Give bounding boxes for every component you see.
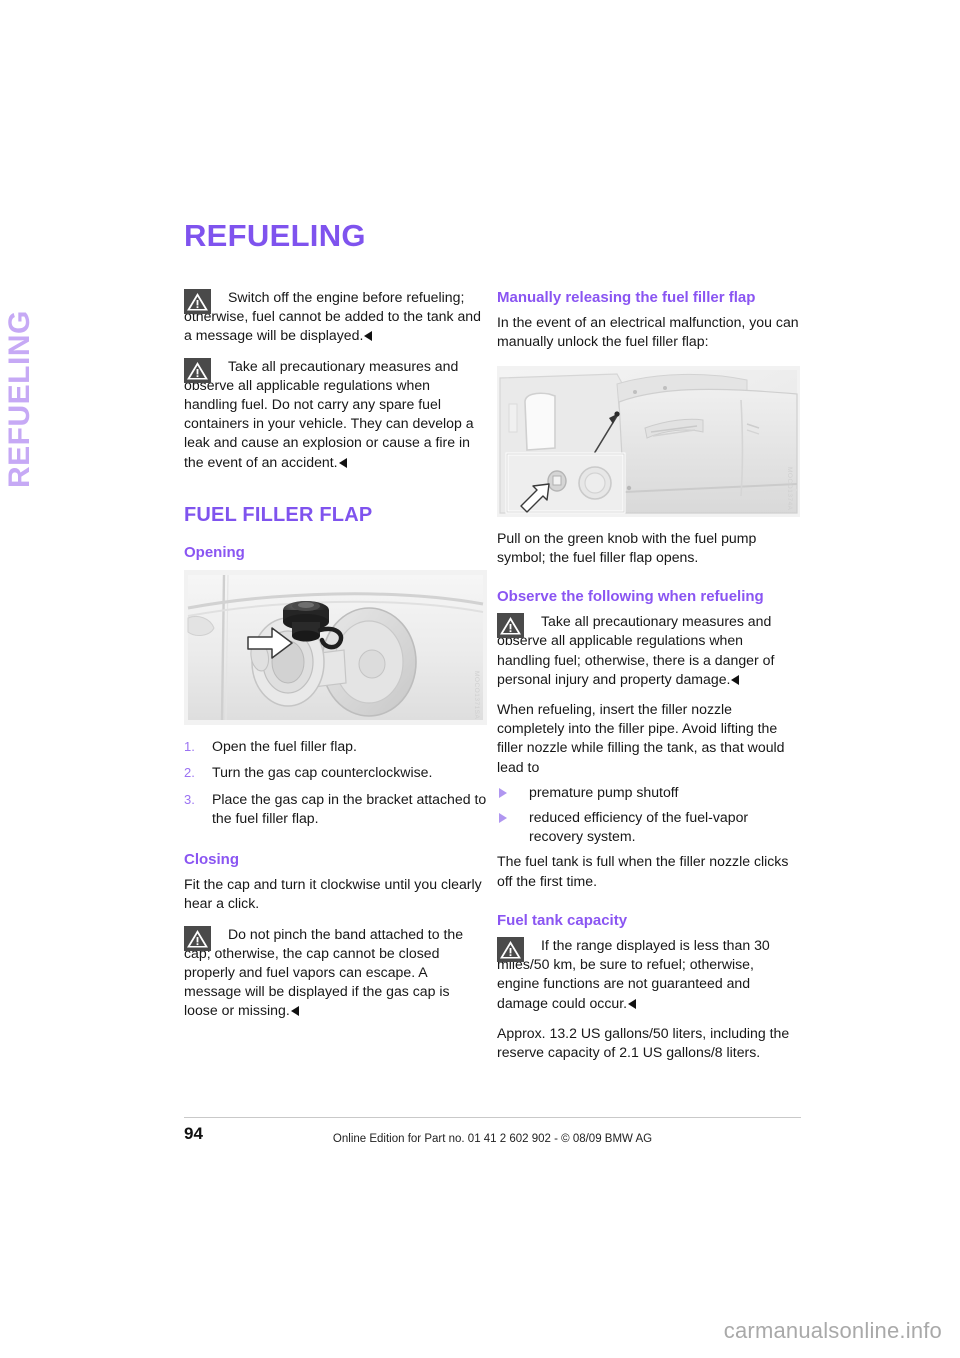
site-watermark: carmanualsonline.info bbox=[723, 1318, 942, 1343]
figure-fuel-filler-flap-illustration bbox=[184, 570, 487, 726]
figure-code: MOCO1374A bbox=[786, 467, 793, 511]
list-item: 3. Place the gas cap in the bracket atta… bbox=[184, 790, 487, 828]
figure-fuel-filler-flap: MOCO1371SA bbox=[184, 570, 487, 726]
observe-closing-paragraph: The fuel tank is full when the filler no… bbox=[497, 853, 789, 889]
warning-block-engine-off: Switch off the engine before refueling; … bbox=[184, 288, 487, 346]
subheading-closing: Closing bbox=[184, 851, 239, 869]
figure-manual-release: MOCO1374A bbox=[497, 365, 800, 517]
list-item: reduced efficiency of the fuel-vapor rec… bbox=[497, 808, 800, 846]
fuel-tank-capacity-paragraph: Approx. 13.2 US gallons/50 liters, inclu… bbox=[497, 1024, 790, 1061]
page-title: REFUELING bbox=[184, 218, 366, 253]
list-item: 1. Open the fuel filler flap. bbox=[184, 737, 487, 756]
bullet-text: premature pump shutoff bbox=[529, 783, 679, 800]
warning-end-marker bbox=[628, 998, 637, 1009]
figure-manual-release-illustration bbox=[497, 365, 800, 517]
step-number: 3. bbox=[184, 791, 195, 807]
subheading-observe-when-refueling: Observe the following when refueling bbox=[497, 588, 764, 606]
vertical-running-head: REFUELING bbox=[3, 310, 36, 488]
warning-text: Do not pinch the band attached to the ca… bbox=[184, 925, 464, 1019]
closing-paragraph: Fit the cap and turn it clockwise until … bbox=[184, 876, 482, 912]
step-text: Turn the gas cap counterclockwise. bbox=[212, 764, 433, 781]
left-column: Switch off the engine before refueling; … bbox=[184, 288, 487, 1032]
warning-triangle-icon bbox=[184, 925, 211, 951]
observe-paragraph: When refueling, insert the filler nozzle… bbox=[497, 701, 785, 775]
section-heading-fuel-filler-flap: FUEL FILLER FLAP bbox=[184, 503, 373, 526]
figure-code: MOCO1371SA bbox=[473, 670, 480, 720]
right-column: Manually releasing the fuel filler flap … bbox=[497, 288, 800, 1073]
refueling-bullet-list: premature pump shutoff reduced efficienc… bbox=[497, 783, 800, 847]
warning-text: Take all precautionary measures and obse… bbox=[184, 357, 474, 470]
step-number: 2. bbox=[184, 765, 195, 781]
warning-end-marker bbox=[731, 674, 740, 685]
warning-end-marker bbox=[364, 331, 373, 342]
footer-divider bbox=[184, 1117, 801, 1118]
warning-end-marker bbox=[290, 1006, 299, 1017]
bullet-text: reduced efficiency of the fuel-vapor rec… bbox=[529, 809, 749, 845]
step-text: Place the gas cap in the bracket attache… bbox=[212, 790, 487, 826]
warning-block-handling-fuel: Take all precautionary measures and obse… bbox=[184, 357, 487, 472]
warning-triangle-icon bbox=[497, 613, 524, 639]
manual-release-caption: Pull on the green knob with the fuel pum… bbox=[497, 529, 757, 565]
warning-block-precautionary-measures: Take all precautionary measures and obse… bbox=[497, 612, 800, 689]
subheading-opening: Opening bbox=[184, 544, 245, 562]
triangle-bullet-icon bbox=[499, 813, 507, 824]
document-page: REFUELING REFUELING Switch off the engin… bbox=[0, 0, 960, 1358]
opening-steps-list: 1. Open the fuel filler flap. 2. Turn th… bbox=[184, 737, 487, 828]
subheading-fuel-tank-capacity: Fuel tank capacity bbox=[497, 911, 628, 929]
list-item: premature pump shutoff bbox=[497, 783, 800, 802]
warning-text: Switch off the engine before refueling; … bbox=[184, 289, 481, 344]
triangle-bullet-icon bbox=[499, 787, 507, 798]
warning-block-do-not-pinch: Do not pinch the band attached to the ca… bbox=[184, 925, 487, 1021]
warning-triangle-icon bbox=[497, 937, 524, 963]
subheading-manual-release: Manually releasing the fuel filler flap bbox=[497, 289, 756, 306]
step-number: 1. bbox=[184, 739, 195, 755]
warning-triangle-icon bbox=[184, 357, 211, 383]
footer-note: Online Edition for Part no. 01 41 2 602 … bbox=[332, 1133, 653, 1145]
manual-release-intro: In the event of an electrical malfunctio… bbox=[497, 314, 799, 350]
warning-triangle-icon bbox=[184, 289, 211, 314]
list-item: 2. Turn the gas cap counterclockwise. bbox=[184, 763, 487, 782]
warning-end-marker bbox=[338, 457, 347, 468]
warning-block-range-low: If the range displayed is less than 30 m… bbox=[497, 936, 800, 1013]
step-text: Open the fuel filler flap. bbox=[212, 738, 357, 755]
